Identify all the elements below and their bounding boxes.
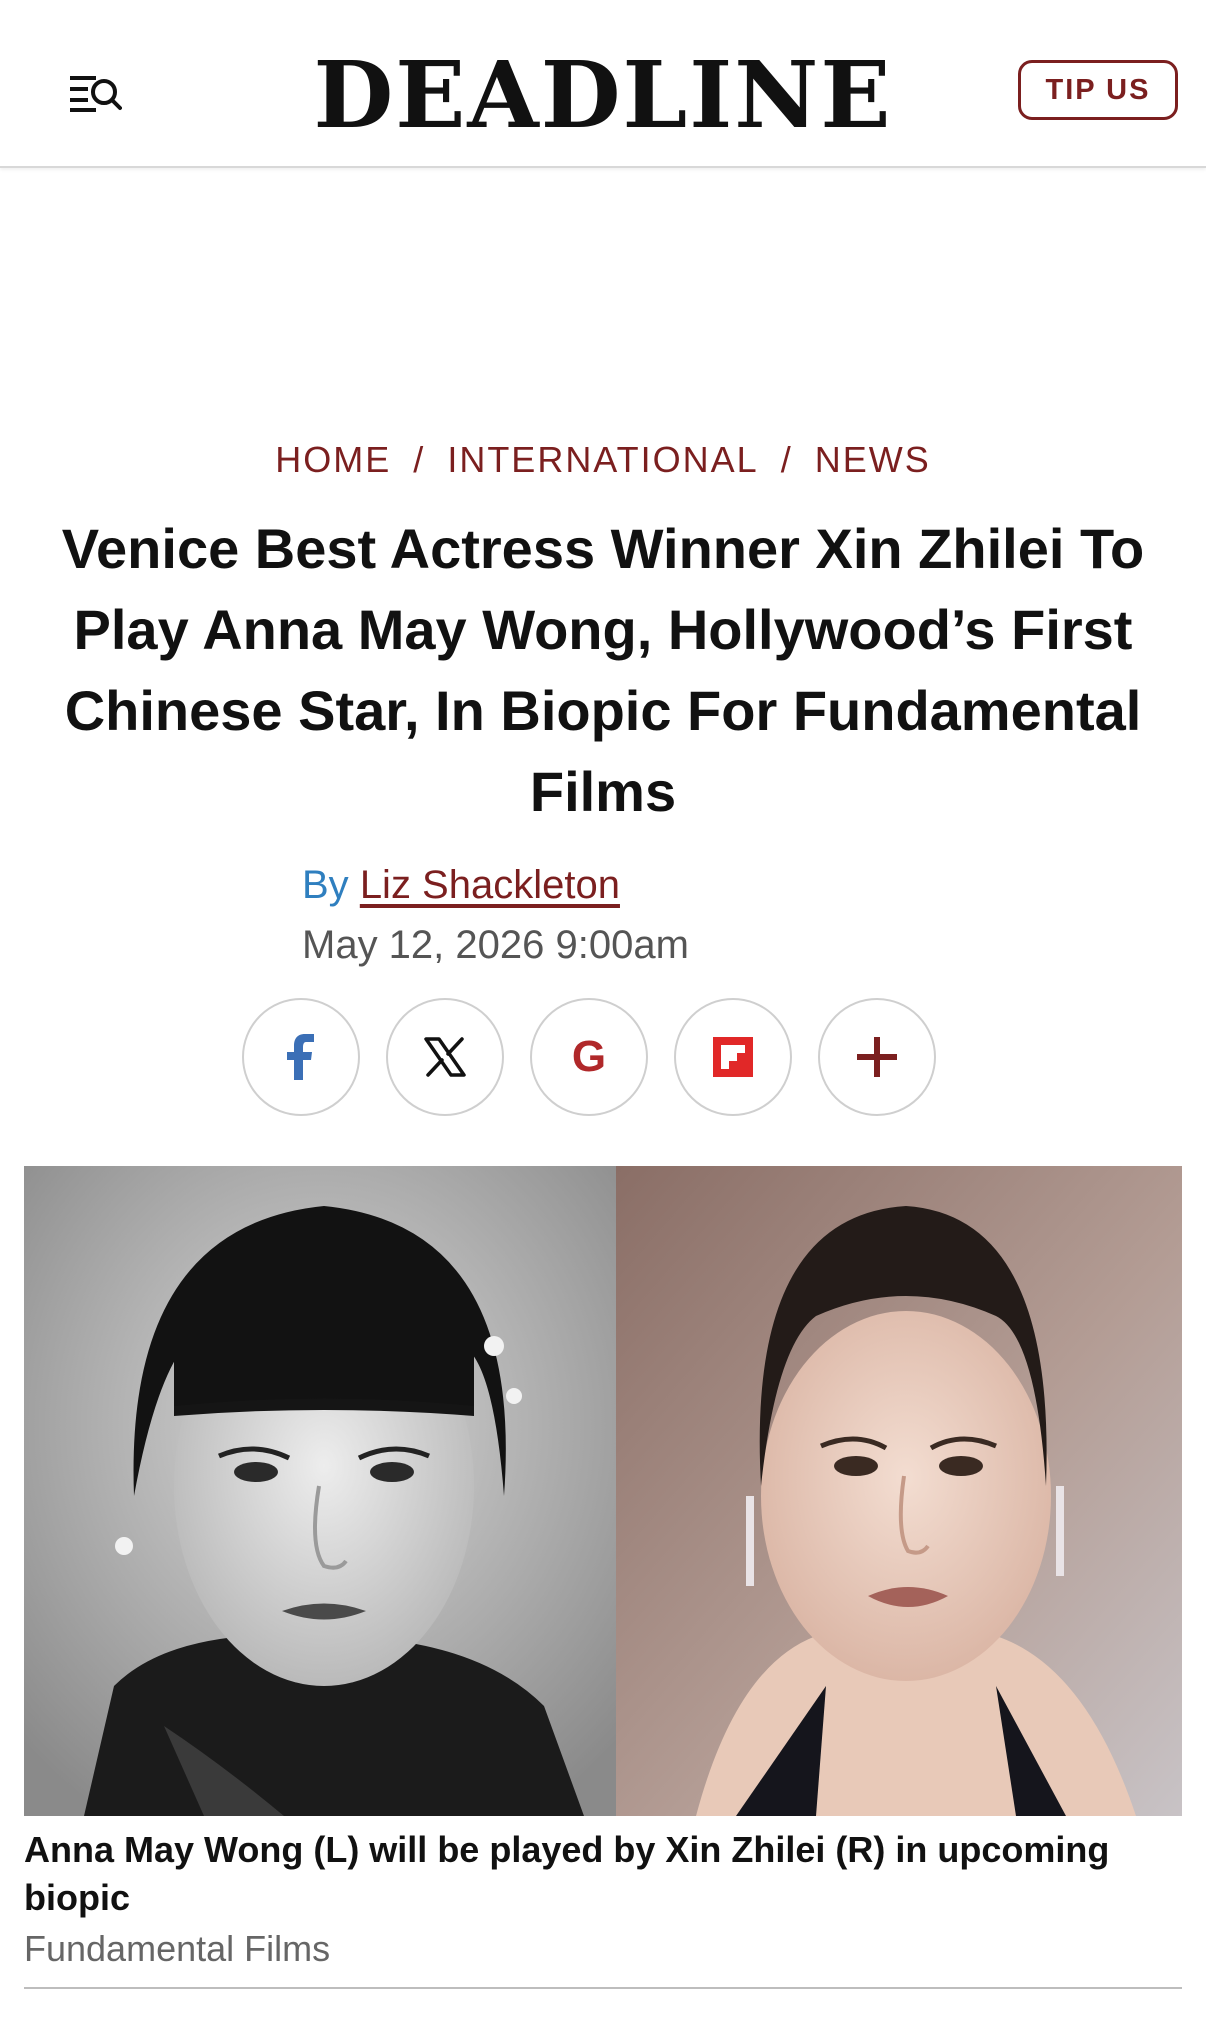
share-facebook-button[interactable] xyxy=(242,998,360,1116)
facebook-icon xyxy=(287,1034,314,1080)
share-x-button[interactable] xyxy=(386,998,504,1116)
site-header: DEADLINE TIP US xyxy=(0,0,1206,168)
share-more-button[interactable] xyxy=(818,998,936,1116)
article-headline: Venice Best Actress Winner Xin Zhilei To… xyxy=(61,517,1145,823)
breadcrumb-home[interactable]: HOME xyxy=(275,439,391,480)
image-credit: Fundamental Films xyxy=(24,1928,331,1969)
portrait-left-bw-photo xyxy=(24,1166,616,1816)
divider xyxy=(24,1987,1182,1989)
publish-date: May 12, 2026 9:00am xyxy=(302,923,689,967)
byline-prefix: By xyxy=(302,863,349,907)
breadcrumb-separator: / xyxy=(413,439,426,480)
flipboard-icon xyxy=(713,1037,753,1077)
image-caption: Anna May Wong (L) will be played by Xin … xyxy=(24,1829,1110,1918)
breadcrumb-news[interactable]: NEWS xyxy=(815,439,931,480)
breadcrumb-international[interactable]: INTERNATIONAL xyxy=(447,439,758,480)
article-image[interactable] xyxy=(24,1166,1182,1816)
share-google-button[interactable]: G xyxy=(530,998,648,1116)
portrait-right-color-photo xyxy=(616,1166,1182,1816)
google-icon: G xyxy=(571,1032,607,1081)
breadcrumb-separator: / xyxy=(780,439,793,480)
share-buttons: G xyxy=(242,998,942,1120)
x-icon xyxy=(424,1037,466,1077)
byline: By Liz Shackleton xyxy=(302,860,620,910)
breadcrumb: HOME / INTERNATIONAL / NEWS xyxy=(0,436,1206,484)
tip-us-button[interactable]: TIP US xyxy=(1018,60,1178,120)
author-link[interactable]: Liz Shackleton xyxy=(360,863,620,907)
plus-icon xyxy=(857,1037,897,1077)
share-flipboard-button[interactable] xyxy=(674,998,792,1116)
